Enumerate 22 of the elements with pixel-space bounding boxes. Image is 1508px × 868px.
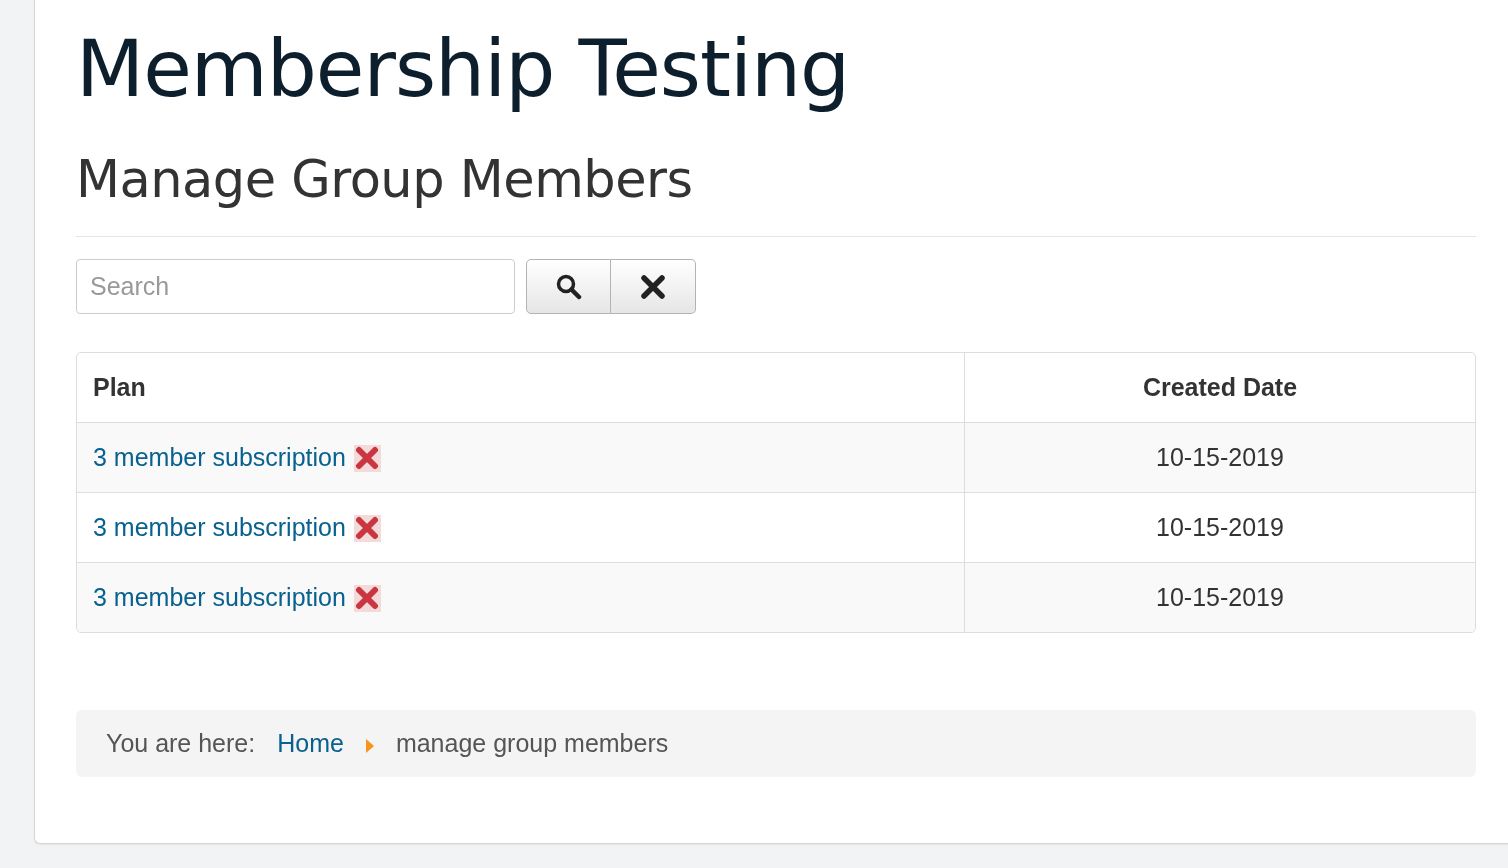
close-icon	[640, 273, 666, 300]
breadcrumb-current: manage group members	[395, 729, 669, 758]
breadcrumb-label: You are here:	[106, 729, 256, 758]
table-cell: 10-15-2019	[964, 562, 1475, 632]
table-cell: 10-15-2019	[964, 422, 1475, 492]
delete-icon[interactable]	[353, 514, 381, 542]
plan-link[interactable]: 3 member subscription	[93, 513, 346, 541]
plan-link[interactable]: 3 member subscription	[93, 443, 346, 471]
plan-link[interactable]: 3 member subscription	[93, 583, 346, 611]
page-title: Membership Testing	[76, 22, 851, 117]
search-button[interactable]	[526, 259, 611, 314]
column-header: Created Date	[964, 353, 1475, 422]
caret-icon	[365, 738, 374, 753]
search-icon	[555, 273, 582, 300]
clear-button[interactable]	[611, 259, 696, 314]
delete-icon[interactable]	[353, 584, 381, 612]
search-field[interactable]: Search	[76, 259, 515, 314]
column-header: Plan	[92, 372, 147, 403]
breadcrumb-link[interactable]: Home	[277, 729, 344, 758]
delete-icon[interactable]	[353, 444, 381, 472]
section-heading: Manage Group Members	[76, 150, 1476, 237]
table-cell: 10-15-2019	[964, 492, 1475, 562]
